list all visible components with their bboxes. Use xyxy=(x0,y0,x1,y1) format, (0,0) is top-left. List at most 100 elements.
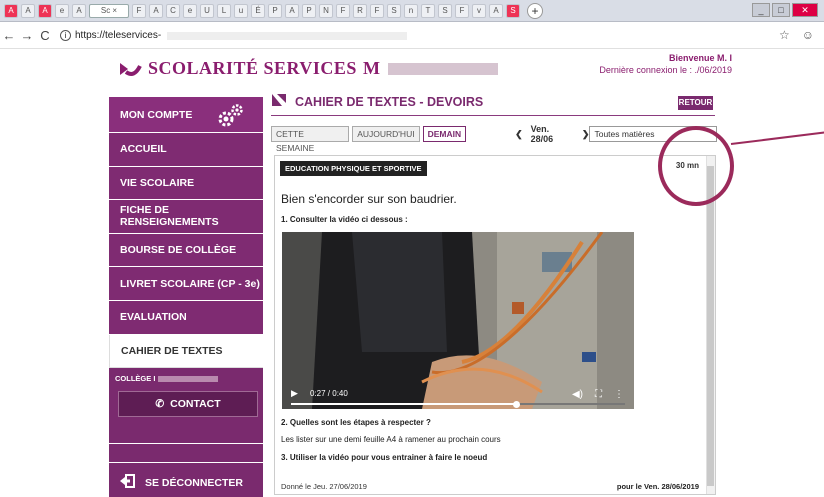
more-icon[interactable]: ⋮ xyxy=(614,389,624,400)
browser-tab-strip: A A A e A Sc × F A C e U L u É P A P N F… xyxy=(0,0,824,22)
new-tab-button[interactable]: + xyxy=(527,2,543,19)
browser-tab[interactable]: S xyxy=(387,3,401,18)
browser-actions: ☆ ☺ xyxy=(779,28,814,42)
browser-tab[interactable]: A xyxy=(4,3,18,18)
logout-button[interactable]: SE DÉCONNECTER xyxy=(109,462,263,497)
current-day: Ven. 28/06 xyxy=(530,124,554,144)
video-frame xyxy=(282,232,634,409)
browser-tab[interactable]: F xyxy=(370,3,384,18)
sidebar-item-livret[interactable]: LIVRET SCOLAIRE (CP - 3e) xyxy=(109,267,263,301)
page-title: CAHIER DE TEXTES - DEVOIRS xyxy=(271,93,483,110)
college-name: COLLÈGE I xyxy=(115,374,156,384)
video-progress-bar[interactable] xyxy=(291,403,625,405)
browser-tab[interactable]: A xyxy=(149,3,163,18)
sidebar-item-cahier-de-textes[interactable]: CAHIER DE TEXTES xyxy=(109,334,263,369)
back-arrow-icon[interactable]: ← xyxy=(0,28,18,43)
sidebar-item-accueil[interactable]: ACCUEIL xyxy=(109,133,263,167)
contact-label: CONTACT xyxy=(170,398,221,411)
browser-tab[interactable]: A xyxy=(21,3,35,18)
title-divider xyxy=(271,115,715,116)
video-progress-knob[interactable] xyxy=(512,401,520,408)
browser-tab[interactable]: N xyxy=(319,3,333,18)
browser-tab[interactable]: P xyxy=(268,3,282,18)
welcome-text: Bienvenue M. I xyxy=(668,53,732,63)
profile-icon[interactable]: ☺ xyxy=(802,28,814,42)
browser-tab[interactable]: C xyxy=(166,3,180,18)
logo-text: SCOLARITÉ SERVICES xyxy=(148,58,357,78)
gears-icon xyxy=(215,103,245,129)
filter-toolbar: CETTE SEMAINE AUJOURD'HUI DEMAIN ❮ Ven. … xyxy=(271,124,717,153)
college-redacted xyxy=(158,375,219,382)
homework-title: Bien s'encorder sur son baudrier. xyxy=(281,192,457,206)
browser-tab[interactable]: L xyxy=(217,3,231,18)
play-icon[interactable]: ▶ xyxy=(291,388,298,399)
browser-tab[interactable]: u xyxy=(234,3,248,18)
reload-icon[interactable]: C xyxy=(36,28,54,43)
browser-tab[interactable]: S xyxy=(506,3,520,18)
sidebar-item-label: VIE SCOLAIRE xyxy=(120,176,195,189)
homework-panel: EDUCATION PHYSIQUE ET SPORTIVE 30 mn Bie… xyxy=(274,155,716,495)
contact-button[interactable]: ✆ CONTACT xyxy=(118,391,258,418)
browser-tab[interactable]: A xyxy=(38,3,52,18)
browser-tab[interactable]: F xyxy=(336,3,350,18)
window-controls: _ □ ✕ xyxy=(752,3,818,17)
browser-tab[interactable]: U xyxy=(200,3,214,18)
video-player[interactable]: ▶ 0:27 / 0:40 ◀) ⛶ ⋮ xyxy=(282,232,634,409)
url-field[interactable]: i https://teleservices- xyxy=(60,30,408,41)
browser-tab[interactable]: T xyxy=(421,3,435,18)
video-controls: ◀) ⛶ ⋮ xyxy=(572,389,624,400)
filter-this-week[interactable]: CETTE SEMAINE xyxy=(271,126,350,153)
scrollbar[interactable] xyxy=(706,156,715,494)
step-3: 3. Utiliser la vidéo pour vous entrainer… xyxy=(281,453,488,462)
sidebar-item-bourse[interactable]: BOURSE DE COLLÈGE xyxy=(109,233,263,268)
browser-tab[interactable]: v xyxy=(472,3,486,18)
filter-today[interactable]: AUJOURD'HUI xyxy=(352,126,420,142)
subject-badge: EDUCATION PHYSIQUE ET SPORTIVE xyxy=(280,161,427,176)
star-icon[interactable]: ☆ xyxy=(779,28,790,42)
browser-tab[interactable]: e xyxy=(183,3,197,18)
browser-tab-active[interactable]: Sc × xyxy=(89,3,129,18)
browser-tab[interactable]: A xyxy=(72,3,86,18)
sidebar-item-label: EVALUATION xyxy=(120,311,187,324)
sidebar-item-vie-scolaire[interactable]: VIE SCOLAIRE xyxy=(109,166,263,201)
browser-tab[interactable]: P xyxy=(302,3,316,18)
filter-tomorrow[interactable]: DEMAIN xyxy=(422,126,467,142)
info-icon[interactable]: i xyxy=(60,30,71,41)
sidebar-item-label: MON COMPTE xyxy=(120,108,193,121)
forward-arrow-icon[interactable]: → xyxy=(18,28,36,43)
highlight-circle xyxy=(658,126,734,206)
logo-suffix: M xyxy=(362,58,381,78)
browser-tab[interactable]: A xyxy=(285,3,299,18)
day-navigator: ❮ Ven. 28/06 ❯ xyxy=(515,124,589,144)
scrollbar-thumb[interactable] xyxy=(707,166,714,486)
browser-tab[interactable]: É xyxy=(251,3,265,18)
fullscreen-icon[interactable]: ⛶ xyxy=(595,389,602,400)
college-label: COLLÈGE I xyxy=(115,374,257,383)
browser-tab[interactable]: A xyxy=(489,3,503,18)
browser-tab[interactable]: S xyxy=(438,3,452,18)
section-arrow-icon xyxy=(271,93,287,110)
back-button[interactable]: RETOUR xyxy=(678,96,713,110)
browser-tab[interactable]: F xyxy=(455,3,469,18)
given-date: Donné le Jeu. 27/06/2019 xyxy=(281,482,367,491)
sidebar-item-evaluation[interactable]: EVALUATION xyxy=(109,300,263,335)
sidebar: MON COMPTE ACCUEIL VIE SCOLAIRE FICHE DE… xyxy=(109,97,263,497)
minimize-icon[interactable]: _ xyxy=(752,3,770,17)
due-date: pour le Ven. 28/06/2019 xyxy=(616,482,699,491)
browser-tab[interactable]: e xyxy=(55,3,69,18)
close-icon[interactable]: ✕ xyxy=(792,3,818,17)
sidebar-item-fiche[interactable]: FICHE DE RENSEIGNEMENTS xyxy=(109,200,263,234)
sidebar-item-label: LIVRET SCOLAIRE (CP - 3e) xyxy=(120,277,260,290)
next-day-icon[interactable]: ❯ xyxy=(582,129,590,140)
browser-tab[interactable]: R xyxy=(353,3,367,18)
prev-day-icon[interactable]: ❮ xyxy=(515,129,523,140)
site-logo[interactable]: SCOLARITÉ SERVICES M xyxy=(118,58,499,79)
volume-icon[interactable]: ◀) xyxy=(572,389,583,400)
video-progress-fill xyxy=(291,403,517,405)
sidebar-item-mon-compte[interactable]: MON COMPTE xyxy=(109,97,263,133)
highlight-pointer-line xyxy=(730,131,824,145)
browser-tab[interactable]: F xyxy=(132,3,146,18)
step-2-text: Les lister sur une demi feuille A4 à ram… xyxy=(281,435,501,444)
maximize-icon[interactable]: □ xyxy=(772,3,790,17)
browser-tab[interactable]: n xyxy=(404,3,418,18)
